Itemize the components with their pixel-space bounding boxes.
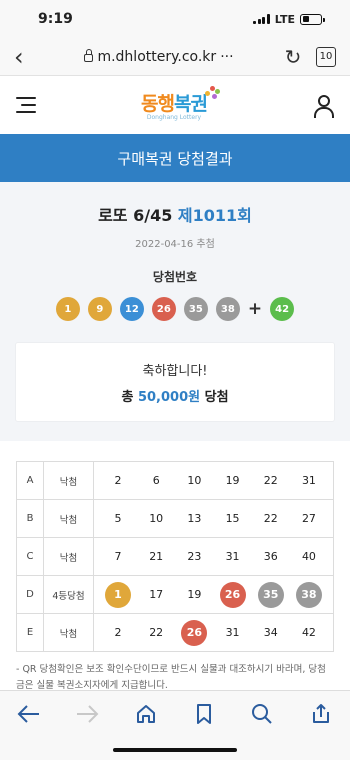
network-label: LTE — [274, 12, 295, 26]
table-row: B 낙첨 5 10 13 15 22 27 — [16, 499, 334, 538]
ticket-numbers: 2 22 26 31 34 42 — [93, 613, 334, 652]
ticket-numbers: 1 17 19 26 35 38 — [93, 575, 334, 614]
status-bar: 9:19 LTE — [0, 0, 350, 38]
ticket-number-hit: 35 — [257, 581, 284, 608]
ticket-result: 낙첨 — [43, 613, 94, 652]
prize-box: 축하합니다! 총 50,000원 당첨 — [16, 343, 334, 421]
winning-ball: 38 — [215, 297, 240, 321]
winning-numbers-label: 당첨번호 — [152, 270, 198, 284]
menu-icon[interactable] — [16, 97, 36, 113]
winning-ball: 26 — [151, 297, 176, 321]
ticket-number: 10 — [187, 474, 202, 487]
ticket-numbers: 2 6 10 19 22 31 — [93, 461, 334, 500]
plus-sign: + — [247, 299, 263, 319]
ticket-number: 2 — [114, 474, 122, 487]
ticket-numbers: 5 10 13 15 22 27 — [93, 499, 334, 538]
draw-date: 2022-04-16 추첨 — [135, 239, 215, 250]
congrats-text: 축하합니다! — [142, 363, 208, 379]
url-text: m.dhlottery.co.kr — [97, 48, 217, 65]
signal-icon — [253, 14, 270, 24]
ticket-number: 34 — [263, 626, 278, 639]
ticket-number: 21 — [149, 550, 164, 563]
ticket-slot: D — [16, 575, 44, 614]
home-icon[interactable] — [131, 701, 161, 727]
ticket-number: 36 — [263, 550, 278, 563]
site-logo[interactable]: 동행복권 Donghang Lottery — [141, 86, 220, 121]
table-row: C 낙첨 7 21 23 31 36 40 — [16, 537, 334, 576]
home-indicator — [113, 748, 237, 752]
url-more-icon[interactable]: ··· — [220, 49, 233, 65]
address-field[interactable]: m.dhlottery.co.kr ··· — [38, 49, 280, 65]
prize-text: 총 50,000원 당첨 — [121, 389, 229, 405]
share-icon[interactable] — [306, 701, 336, 727]
ticket-number: 19 — [225, 474, 240, 487]
ticket-number: 31 — [301, 474, 316, 487]
ticket-result: 4등당첨 — [43, 575, 94, 614]
back-arrow-icon[interactable] — [14, 701, 44, 727]
ticket-number: 22 — [149, 626, 164, 639]
browser-back-icon[interactable]: ‹ — [14, 43, 38, 71]
forward-arrow-icon[interactable] — [72, 701, 102, 727]
game-title: 로또 6/45 제1011회 — [98, 206, 252, 225]
ticket-number: 15 — [225, 512, 240, 525]
ticket-result: 낙첨 — [43, 461, 94, 500]
reload-icon[interactable]: ↻ — [280, 45, 306, 69]
ticket-number: 7 — [114, 550, 122, 563]
status-time: 9:19 — [38, 11, 73, 27]
bonus-ball: 42 — [270, 297, 295, 321]
ticket-number: 31 — [225, 626, 240, 639]
ticket-table-wrap: A 낙첨 2 6 10 19 22 31 B 낙첨 5 10 13 15 22 27 C 낙첨 7 21 23 31 36 4… — [0, 441, 350, 652]
ticket-number: 42 — [301, 626, 316, 639]
prize-amount: 50,000원 — [137, 389, 201, 405]
lock-icon — [84, 49, 94, 62]
winning-ball: 1 — [55, 297, 80, 321]
result-section: 로또 6/45 제1011회 2022-04-16 추첨 당첨번호 1 9 12 26… — [0, 182, 350, 441]
table-row: D 4등당첨 1 17 19 26 35 38 — [16, 575, 334, 614]
ticket-number-hit: 1 — [105, 581, 131, 608]
ticket-number: 6 — [152, 474, 160, 487]
ticket-slot: A — [16, 461, 44, 500]
winning-ball: 35 — [183, 297, 208, 321]
ticket-number: 31 — [225, 550, 240, 563]
user-icon[interactable] — [312, 94, 334, 118]
ticket-number: 23 — [187, 550, 202, 563]
status-indicators: LTE — [253, 12, 325, 26]
table-row: A 낙첨 2 6 10 19 22 31 — [16, 461, 334, 500]
ticket-number: 19 — [187, 588, 202, 601]
table-row: E 낙첨 2 22 26 31 34 42 — [16, 613, 334, 652]
ticket-number-hit: 38 — [295, 581, 322, 608]
notice-text: - QR 당첨확인은 보조 확인수단이므로 반드시 실물과 대조하시기 바라며,… — [16, 664, 326, 692]
browser-url-bar: ‹ m.dhlottery.co.kr ··· ↻ 10 — [0, 38, 350, 76]
ticket-number: 5 — [114, 512, 122, 525]
winning-ball: 12 — [119, 297, 144, 321]
ticket-slot: B — [16, 499, 44, 538]
ticket-table: A 낙첨 2 6 10 19 22 31 B 낙첨 5 10 13 15 22 27 C 낙첨 7 21 23 31 36 4… — [16, 461, 334, 652]
draw-round: 제1011회 — [177, 206, 252, 225]
site-header: 동행복권 Donghang Lottery — [0, 76, 350, 134]
bookmark-icon[interactable] — [189, 701, 219, 727]
ticket-number: 13 — [187, 512, 202, 525]
ticket-numbers: 7 21 23 31 36 40 — [93, 537, 334, 576]
ticket-number: 27 — [301, 512, 316, 525]
ticket-number: 17 — [149, 588, 164, 601]
page-title: 구매복권 당첨결과 — [0, 134, 350, 182]
ticket-number-hit: 26 — [181, 619, 208, 646]
ticket-number: 22 — [263, 474, 278, 487]
ticket-number: 2 — [114, 626, 122, 639]
logo-dots-icon — [203, 83, 221, 101]
search-icon[interactable] — [247, 701, 277, 727]
winning-numbers: 1 9 12 26 35 38 +42 — [16, 297, 334, 321]
ticket-slot: E — [16, 613, 44, 652]
winning-ball: 9 — [87, 297, 112, 321]
ticket-result: 낙첨 — [43, 537, 94, 576]
ticket-number-hit: 26 — [219, 581, 246, 608]
ticket-number: 10 — [149, 512, 164, 525]
battery-icon — [300, 13, 325, 25]
ticket-number: 40 — [301, 550, 316, 563]
ticket-slot: C — [16, 537, 44, 576]
ticket-number: 22 — [263, 512, 278, 525]
tab-count-button[interactable]: 10 — [316, 46, 336, 67]
ticket-result: 낙첨 — [43, 499, 94, 538]
